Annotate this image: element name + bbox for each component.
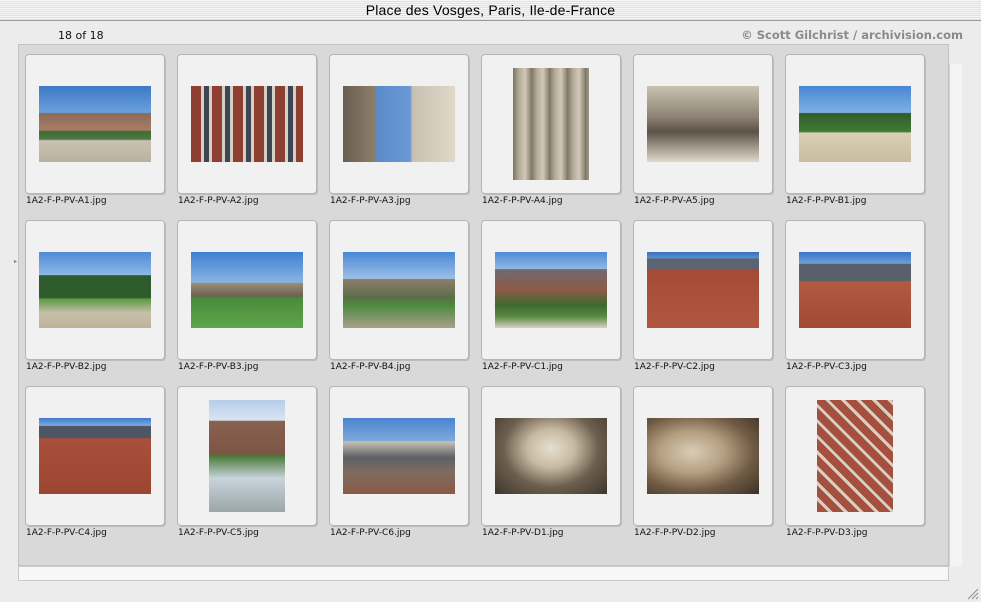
thumbnail-filename: 1A2-F-P-PV-B3.jpg — [178, 362, 259, 372]
thumbnail-image[interactable] — [647, 86, 759, 162]
thumbnail-image[interactable] — [39, 252, 151, 328]
thumbnail-image[interactable] — [191, 252, 303, 328]
thumbnail-image[interactable] — [39, 86, 151, 162]
thumbnail-frame[interactable] — [481, 386, 621, 526]
thumbnail-image[interactable] — [495, 252, 607, 328]
thumbnail-item[interactable]: 1A2-F-P-PV-C4.jpg — [25, 386, 165, 538]
thumbnail-item[interactable]: 1A2-F-P-PV-A5.jpg — [633, 54, 773, 206]
thumbnail-item[interactable]: 1A2-F-P-PV-B2.jpg — [25, 220, 165, 372]
vertical-scrollbar[interactable] — [949, 64, 962, 566]
thumbnail-frame[interactable] — [633, 54, 773, 194]
thumbnail-image[interactable] — [647, 418, 759, 494]
thumbnail-filename: 1A2-F-P-PV-D2.jpg — [634, 528, 716, 538]
image-count: 18 of 18 — [58, 29, 104, 42]
thumbnail-item[interactable]: 1A2-F-P-PV-B1.jpg — [785, 54, 925, 206]
thumbnail-item[interactable]: 1A2-F-P-PV-A3.jpg — [329, 54, 469, 206]
thumbnail-filename: 1A2-F-P-PV-D1.jpg — [482, 528, 564, 538]
thumbnail-filename: 1A2-F-P-PV-A2.jpg — [178, 196, 259, 206]
thumbnail-frame[interactable] — [481, 54, 621, 194]
thumbnail-item[interactable]: 1A2-F-P-PV-D2.jpg — [633, 386, 773, 538]
resize-grip-icon[interactable] — [965, 586, 979, 600]
thumbnail-item[interactable]: 1A2-F-P-PV-B3.jpg — [177, 220, 317, 372]
thumbnail-image[interactable] — [799, 252, 911, 328]
thumbnail-image[interactable] — [817, 400, 893, 512]
thumbnail-item[interactable]: 1A2-F-P-PV-C6.jpg — [329, 386, 469, 538]
thumbnail-filename: 1A2-F-P-PV-C4.jpg — [26, 528, 107, 538]
thumbnail-filename: 1A2-F-P-PV-A4.jpg — [482, 196, 563, 206]
thumbnail-image[interactable] — [191, 86, 303, 162]
thumbnail-frame[interactable] — [633, 220, 773, 360]
thumbnail-filename: 1A2-F-P-PV-D3.jpg — [786, 528, 868, 538]
thumbnail-filename: 1A2-F-P-PV-C1.jpg — [482, 362, 563, 372]
thumbnail-frame[interactable] — [329, 220, 469, 360]
thumbnail-filename: 1A2-F-P-PV-B1.jpg — [786, 196, 867, 206]
thumbnail-item[interactable]: 1A2-F-P-PV-A4.jpg — [481, 54, 621, 206]
thumbnail-image[interactable] — [799, 86, 911, 162]
thumbnail-frame[interactable] — [633, 386, 773, 526]
thumbnail-filename: 1A2-F-P-PV-A5.jpg — [634, 196, 715, 206]
thumbnail-filename: 1A2-F-P-PV-C3.jpg — [786, 362, 867, 372]
thumbnail-image[interactable] — [343, 86, 455, 162]
thumbnail-item[interactable]: 1A2-F-P-PV-C3.jpg — [785, 220, 925, 372]
thumbnail-frame[interactable] — [785, 386, 925, 526]
thumbnail-filename: 1A2-F-P-PV-B2.jpg — [26, 362, 107, 372]
thumbnail-frame[interactable] — [177, 220, 317, 360]
thumbnail-filename: 1A2-F-P-PV-A1.jpg — [26, 196, 107, 206]
window-title: Place des Vosges, Paris, Ile-de-France — [365, 2, 616, 18]
thumbnail-frame[interactable] — [177, 54, 317, 194]
thumbnail-frame[interactable] — [329, 54, 469, 194]
thumbnail-frame[interactable] — [25, 220, 165, 360]
horizontal-scrollbar[interactable] — [18, 566, 949, 581]
window-title-bar[interactable]: Place des Vosges, Paris, Ile-de-France — [0, 0, 981, 21]
thumbnail-image[interactable] — [39, 418, 151, 494]
thumbnail-frame[interactable] — [329, 386, 469, 526]
thumbnail-image[interactable] — [495, 418, 607, 494]
thumbnail-filename: 1A2-F-P-PV-A3.jpg — [330, 196, 411, 206]
thumbnail-image[interactable] — [209, 400, 285, 512]
thumbnail-item[interactable]: 1A2-F-P-PV-C5.jpg — [177, 386, 317, 538]
thumbnail-image[interactable] — [343, 418, 455, 494]
thumbnail-item[interactable]: 1A2-F-P-PV-A2.jpg — [177, 54, 317, 206]
thumbnail-filename: 1A2-F-P-PV-C5.jpg — [178, 528, 259, 538]
thumbnail-filename: 1A2-F-P-PV-C6.jpg — [330, 528, 411, 538]
thumbnail-item[interactable]: 1A2-F-P-PV-D1.jpg — [481, 386, 621, 538]
thumbnail-filename: 1A2-F-P-PV-B4.jpg — [330, 362, 411, 372]
thumbnail-item[interactable]: 1A2-F-P-PV-A1.jpg — [25, 54, 165, 206]
thumbnail-image[interactable] — [343, 252, 455, 328]
thumbnail-frame[interactable] — [481, 220, 621, 360]
thumbnail-item[interactable]: 1A2-F-P-PV-D3.jpg — [785, 386, 925, 538]
thumbnail-image[interactable] — [647, 252, 759, 328]
thumbnail-frame[interactable] — [177, 386, 317, 526]
thumbnail-frame[interactable] — [785, 220, 925, 360]
copyright-credit: © Scott Gilchrist / archivision.com — [741, 28, 963, 42]
thumbnail-filename: 1A2-F-P-PV-C2.jpg — [634, 362, 715, 372]
thumbnail-frame[interactable] — [785, 54, 925, 194]
thumbnail-frame[interactable] — [25, 54, 165, 194]
thumbnail-item[interactable]: 1A2-F-P-PV-B4.jpg — [329, 220, 469, 372]
thumbnail-image[interactable] — [513, 68, 589, 180]
thumbnail-item[interactable]: 1A2-F-P-PV-C2.jpg — [633, 220, 773, 372]
thumbnail-item[interactable]: 1A2-F-P-PV-C1.jpg — [481, 220, 621, 372]
thumbnail-frame[interactable] — [25, 386, 165, 526]
